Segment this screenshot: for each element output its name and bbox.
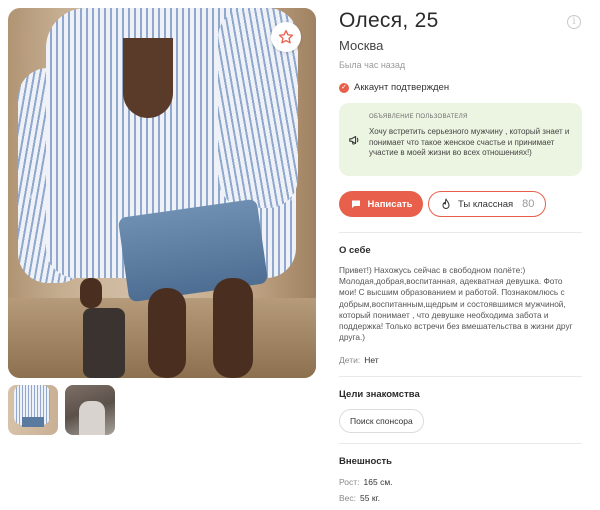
about-title: О себе [339,245,371,256]
height-value: 165 см. [363,477,393,487]
photo-thumbnail[interactable] [65,385,115,435]
height-row: Рост: 165 см. [339,477,393,487]
kids-row: Дети: Нет [339,355,379,365]
divider [339,232,582,233]
last-seen: Была час назад [339,60,406,70]
kids-value: Нет [364,355,379,365]
profile-name-age: Олеся, 25 [339,9,439,32]
like-button-label: Ты классная [458,198,514,210]
about-text: Привет!) Нахожусь сейчас в свободном пол… [339,265,573,343]
kids-label: Дети: [339,355,361,365]
photo-bag [83,308,125,378]
favorite-button[interactable] [271,22,301,52]
photo-leg [213,278,253,378]
thumbnail-figure [79,401,105,435]
thumbnail-skirt [22,417,44,427]
weight-value: 55 кг. [360,493,380,503]
check-circle-icon: ✓ [339,82,349,93]
photo-hand [80,278,102,308]
main-photo[interactable]: ‹ › [8,8,316,378]
announcement-text: Хочу встретить серьезного мужчину , кото… [369,127,570,157]
flame-icon [442,198,450,209]
weight-label: Вес: [339,493,357,503]
user-announcement: ОБЪЯВЛЕНИЕ ПОЛЬЗОВАТЕЛЯ Хочу встретить с… [339,103,582,176]
like-count: 80 [522,198,535,210]
like-button[interactable]: Ты классная 80 [428,191,546,217]
height-label: Рост: [339,477,360,487]
info-icon[interactable]: i [567,15,581,29]
chevron-right-icon[interactable]: › [282,186,302,206]
chevron-left-icon[interactable]: ‹ [22,186,42,206]
verified-label: Аккаунт подтвержден [354,82,450,93]
write-button-label: Написать [367,198,413,210]
write-message-button[interactable]: Написать [339,191,423,217]
weight-row: Вес: 55 кг. [339,493,380,503]
photo-leg [148,288,186,378]
chat-bubble-icon [351,200,360,208]
star-outline-icon [278,30,294,44]
verified-badge: ✓ Аккаунт подтвержден [339,82,449,93]
goals-title: Цели знакомства [339,389,420,400]
photo-skin [123,38,173,118]
profile-city: Москва [339,38,384,53]
divider [339,443,582,444]
appearance-title: Внешность [339,456,392,467]
announcement-title: ОБЪЯВЛЕНИЕ ПОЛЬЗОВАТЕЛЯ [369,114,468,120]
goal-chip[interactable]: Поиск спонсора [339,409,424,433]
divider [339,376,582,377]
photo-thumbnail[interactable] [8,385,58,435]
megaphone-icon [349,135,359,145]
